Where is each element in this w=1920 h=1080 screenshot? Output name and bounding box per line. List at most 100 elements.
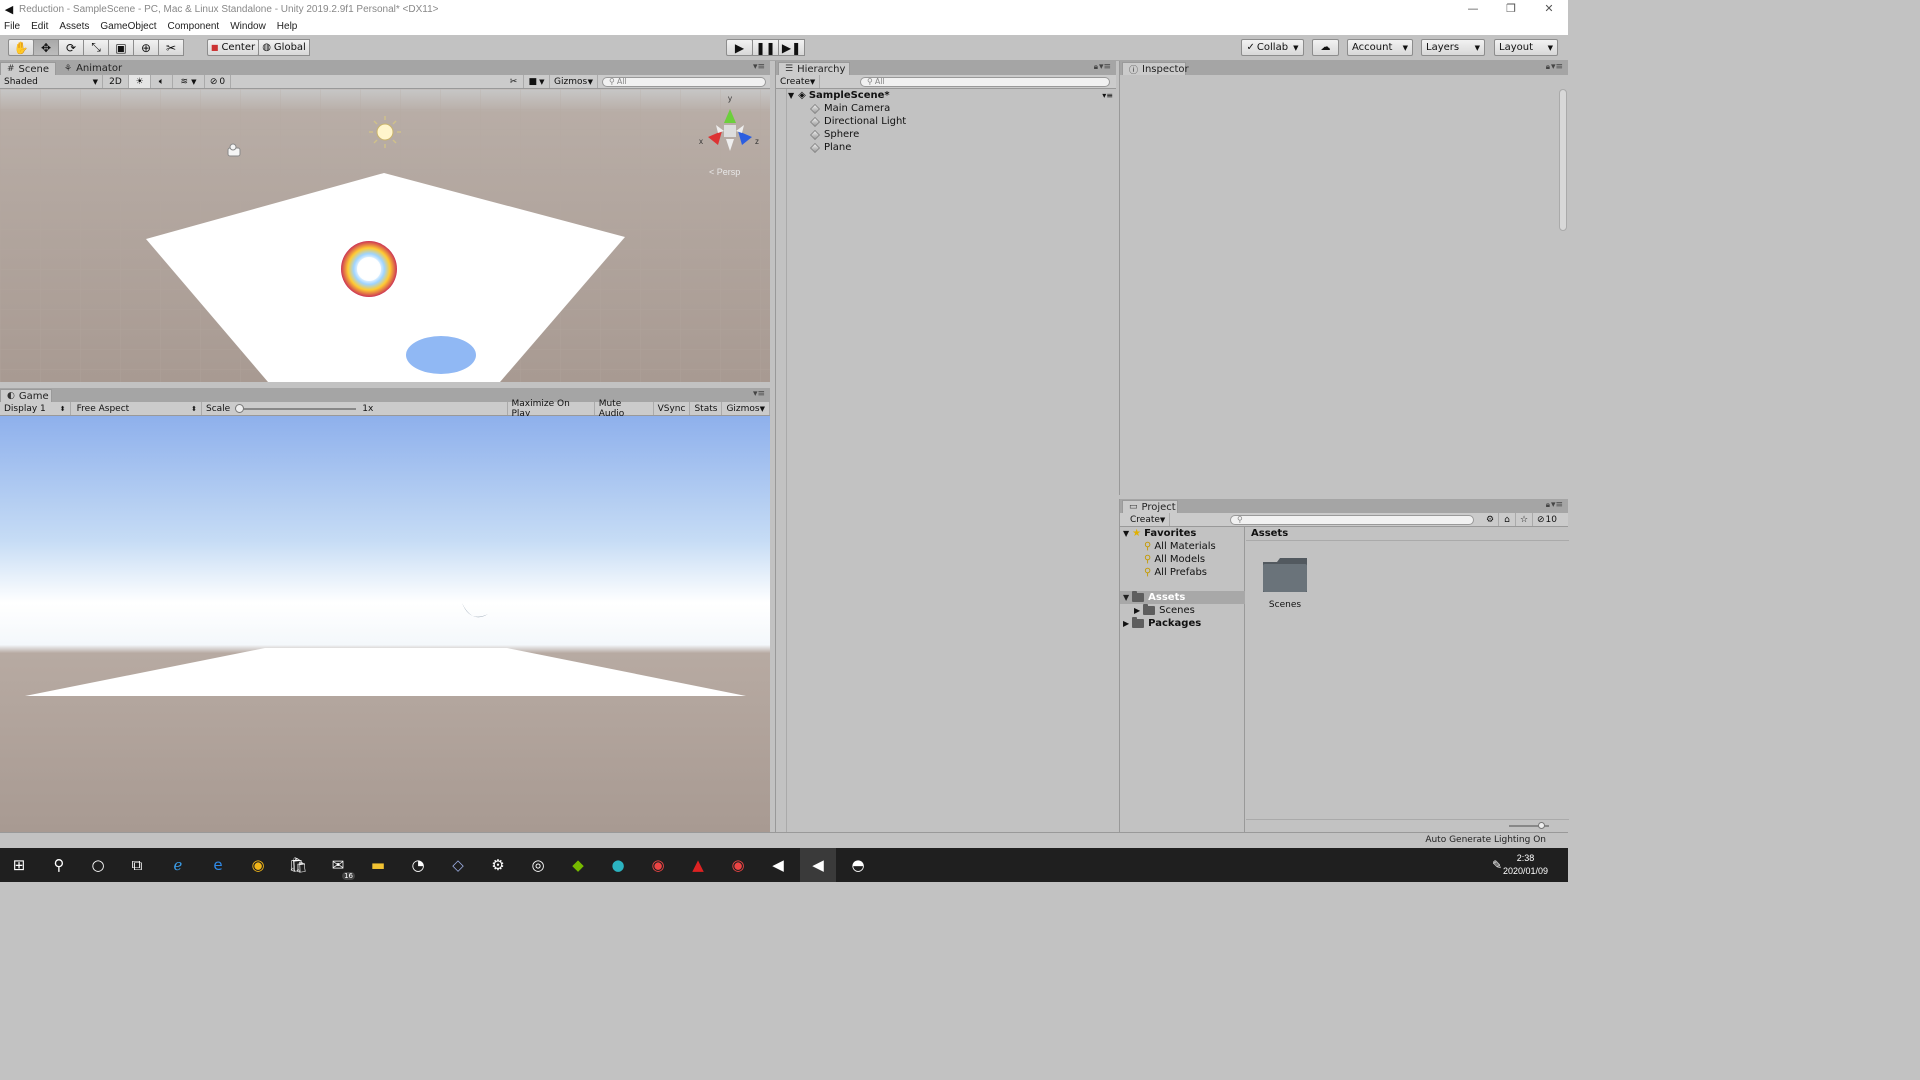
hierarchy-create-dropdown[interactable]: Create ▼: [776, 75, 820, 88]
space-global-button[interactable]: ◍ Global: [258, 39, 310, 56]
zoom-slider-thumb[interactable]: [1538, 822, 1545, 829]
favorite-all-prefabs[interactable]: ⚲ All Prefabs: [1144, 566, 1207, 579]
cortana-icon[interactable]: ○: [87, 854, 109, 876]
play-button[interactable]: ▶: [726, 39, 753, 56]
unity-hub-icon[interactable]: ◀: [767, 854, 789, 876]
inspector-scrollbar[interactable]: [1559, 89, 1567, 231]
chevron-down-icon[interactable]: ▼: [1123, 529, 1129, 538]
hierarchy-item-plane[interactable]: Plane: [810, 141, 851, 154]
step-button[interactable]: ▶❚: [778, 39, 805, 56]
favorites-row[interactable]: ▼ ★ Favorites: [1123, 527, 1196, 540]
hierarchy-search-input[interactable]: ⚲ All: [860, 76, 1110, 87]
panel-menu-icon[interactable]: ▾≡: [1551, 500, 1563, 510]
panel-menu-icon[interactable]: ▾≡: [753, 62, 765, 72]
chevron-down-icon[interactable]: ▼: [1123, 593, 1129, 602]
menu-assets[interactable]: Assets: [59, 21, 89, 32]
filter-label-button[interactable]: ⌂: [1499, 513, 1516, 526]
camera-dropdown[interactable]: ■ ▼: [524, 75, 550, 88]
panel-menu-icon[interactable]: ▾≡: [753, 389, 765, 399]
transform-tool-button[interactable]: ⊕: [133, 39, 159, 56]
pause-button[interactable]: ❚❚: [752, 39, 779, 56]
tab-animator[interactable]: ⚘ Animator: [58, 62, 128, 75]
lock-icon[interactable]: 🔒︎: [1546, 500, 1550, 510]
mute-audio-toggle[interactable]: Mute Audio: [595, 399, 654, 419]
lock-icon[interactable]: 🔒︎: [1546, 62, 1550, 72]
hidden-objects-toggle[interactable]: ⊘ 0: [205, 75, 231, 88]
mail-icon[interactable]: ✉ 16: [327, 854, 355, 880]
scale-slider[interactable]: [235, 403, 357, 413]
acrobat-icon[interactable]: ▲: [687, 854, 709, 876]
windows-start-icon[interactable]: ⊞: [8, 854, 30, 876]
edge-icon[interactable]: e: [207, 854, 229, 876]
packages-tree-row[interactable]: ▶ Packages: [1123, 617, 1201, 630]
chrome-icon[interactable]: ◉: [247, 854, 269, 876]
scene-tools-button[interactable]: ✂: [504, 75, 524, 88]
panel-menu-icon[interactable]: ▾≡: [1551, 62, 1563, 72]
hierarchy-item-main-camera[interactable]: Main Camera: [810, 102, 890, 115]
assets-tree-row[interactable]: ▼ Assets: [1120, 591, 1245, 604]
steam-icon[interactable]: ⚙: [487, 854, 509, 876]
unity-editor-icon[interactable]: ◀: [807, 854, 829, 876]
filter-type-button[interactable]: ⚙: [1482, 513, 1499, 526]
scene-root-row[interactable]: ▼ ◈ SampleScene* ▾≡: [788, 89, 1115, 102]
scene-menu-icon[interactable]: ▾≡: [1102, 91, 1113, 100]
vsync-toggle[interactable]: VSync: [654, 402, 691, 415]
app-icon-3[interactable]: ●: [607, 854, 629, 876]
hand-tool-button[interactable]: ✋: [8, 39, 34, 56]
menu-file[interactable]: File: [4, 21, 20, 32]
close-button[interactable]: ✕: [1530, 0, 1568, 18]
favorite-button[interactable]: ☆: [1516, 513, 1533, 526]
hidden-packages-toggle[interactable]: ⊘ 10: [1533, 513, 1561, 526]
tab-inspector[interactable]: ⓘ Inspector: [1122, 62, 1189, 76]
tab-scene[interactable]: # Scene: [0, 62, 56, 75]
file-explorer-icon[interactable]: ▬: [367, 854, 389, 876]
pivot-center-button[interactable]: ■ Center: [207, 39, 259, 56]
tab-hierarchy[interactable]: ☰ Hierarchy: [778, 62, 850, 75]
menu-component[interactable]: Component: [168, 21, 220, 32]
scene-viewport[interactable]: y x z < Persp: [0, 89, 770, 382]
menu-help[interactable]: Help: [277, 21, 298, 32]
chevron-right-icon[interactable]: ▶: [1123, 619, 1129, 628]
menu-window[interactable]: Window: [230, 21, 266, 32]
maximize-on-play-toggle[interactable]: Maximize On Play: [508, 399, 595, 419]
tab-project[interactable]: ▭ Project: [1122, 500, 1178, 513]
search-icon[interactable]: ⚲: [48, 854, 70, 876]
restore-button[interactable]: ❐: [1492, 0, 1530, 18]
project-search-input[interactable]: ⚲: [1230, 514, 1474, 525]
nvidia-icon[interactable]: ◆: [567, 854, 589, 876]
collab-dropdown[interactable]: ✓ Collab ▼: [1241, 39, 1304, 56]
game-gizmos-dropdown[interactable]: Gizmos ▼: [722, 402, 770, 415]
task-view-icon[interactable]: ⧉: [126, 854, 148, 876]
panel-menu-icon[interactable]: ▾≡: [1099, 62, 1111, 72]
menu-gameobject[interactable]: GameObject: [100, 21, 156, 32]
hierarchy-item-directional-light[interactable]: Directional Light: [810, 115, 906, 128]
scene-search-input[interactable]: ⚲ All: [602, 76, 766, 87]
project-create-dropdown[interactable]: Create ▼: [1126, 513, 1170, 526]
scenes-tree-row[interactable]: ▶ Scenes: [1134, 604, 1195, 617]
persp-label[interactable]: < Persp: [709, 167, 740, 177]
custom-tool-button[interactable]: ✂: [158, 39, 184, 56]
grid-item-scenes[interactable]: Scenes: [1259, 556, 1311, 610]
rotate-tool-button[interactable]: ⟳: [58, 39, 84, 56]
chevron-down-icon[interactable]: ▼: [788, 91, 794, 100]
chrome-profile-icon-2[interactable]: ◉: [727, 854, 749, 876]
audio-toggle[interactable]: 🔈︎: [151, 75, 173, 88]
lock-icon[interactable]: 🔒︎: [1094, 62, 1098, 72]
display-dropdown[interactable]: Display 1 ⬍: [0, 402, 71, 415]
store-icon[interactable]: 🛍︎: [287, 854, 309, 876]
system-clock[interactable]: 2:38 2020/01/09: [1503, 852, 1548, 878]
zoom-slider[interactable]: [1509, 822, 1549, 829]
scale-tool-button[interactable]: ⤡: [83, 39, 109, 56]
chevron-right-icon[interactable]: ▶: [1134, 606, 1140, 615]
favorite-all-materials[interactable]: ⚲ All Materials: [1144, 540, 1216, 553]
account-dropdown[interactable]: Account ▼: [1347, 39, 1413, 56]
mode-2d-toggle[interactable]: 2D: [103, 75, 129, 88]
scene-gizmos-dropdown[interactable]: Gizmos ▼: [550, 75, 598, 88]
tab-game[interactable]: ◐ Game: [0, 389, 52, 402]
layers-dropdown[interactable]: Layers ▼: [1421, 39, 1485, 56]
app-icon-1[interactable]: ◔: [407, 854, 429, 876]
internet-explorer-icon[interactable]: ℯ: [167, 854, 189, 876]
chrome-profile-icon[interactable]: ◉: [647, 854, 669, 876]
cloud-button[interactable]: ☁: [1312, 39, 1339, 56]
shading-mode-dropdown[interactable]: Shaded ▼: [0, 75, 103, 88]
